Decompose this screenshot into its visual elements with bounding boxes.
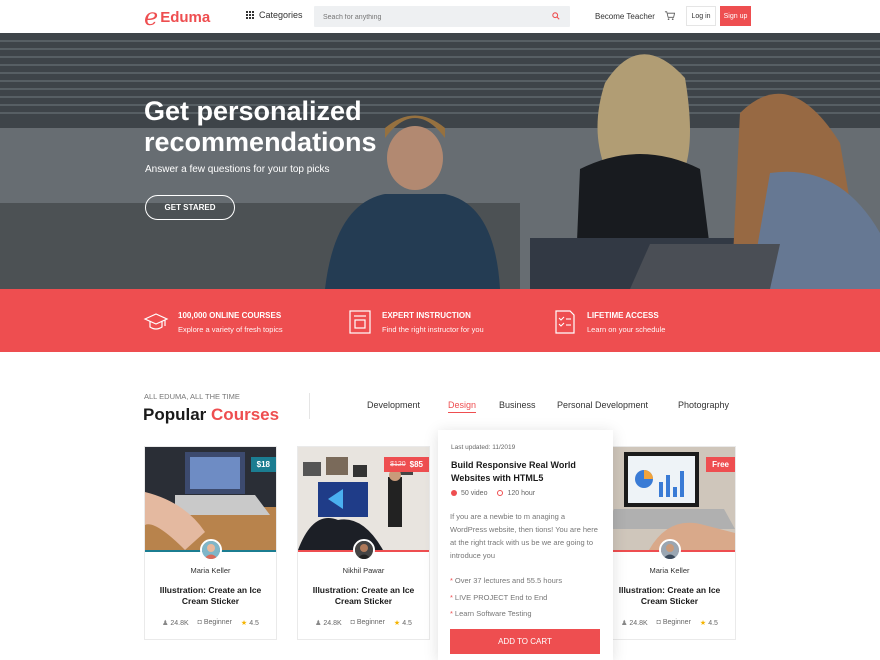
categories-label: Categories <box>259 10 303 20</box>
list-item: * Learn Software Testing <box>450 609 532 618</box>
tab-design[interactable]: Design <box>448 400 477 413</box>
video-count: 50 video <box>451 490 487 497</box>
tab-personal-development[interactable]: Personal Development <box>557 400 648 410</box>
cart-icon[interactable] <box>664 10 675 21</box>
course-meta: ♟ 24.8K ◘ Beginner ★ 4.5 <box>145 619 276 627</box>
logo-mark: e <box>144 3 159 31</box>
course-preview-popup: Last updated: 11/2019 Build Responsive R… <box>438 430 613 660</box>
hero-title: Get personalized recommendations <box>144 96 377 157</box>
section-eyebrow: ALL EDUMA, ALL THE TIME <box>144 392 240 401</box>
course-card[interactable]: $18 Maria Keller Illustration: Create an… <box>144 446 277 640</box>
star-icon: ★ <box>240 620 248 627</box>
course-meta: ♟ 24.8K ◘ Beginner ★ 4.5 <box>298 619 429 627</box>
hero-banner: Get personalized recommendations Answer … <box>0 33 880 289</box>
students-count: ♟ 24.8K <box>315 620 342 627</box>
feature-lifetime-access: LIFETIME ACCESS Learn on your schedule <box>552 309 665 335</box>
feature-expert-instruction: EXPERT INSTRUCTION Find the right instru… <box>347 309 484 335</box>
author-name[interactable]: Maria Keller <box>145 566 276 575</box>
course-title[interactable]: Illustration: Create an Ice Cream Sticke… <box>612 585 727 607</box>
play-icon <box>451 490 457 496</box>
rating: ★ 4.5 <box>393 620 412 627</box>
feature-desc: Explore a variety of fresh topics <box>178 325 283 334</box>
feature-desc: Learn on your schedule <box>587 325 666 334</box>
author-name[interactable]: Nikhil Pawar <box>298 566 429 575</box>
hero-subtitle: Answer a few questions for your top pick… <box>145 164 330 175</box>
avatar <box>200 539 222 561</box>
user-icon: ♟ <box>162 620 169 627</box>
section-divider <box>309 393 310 419</box>
list-item: * Over 37 lectures and 55.5 hours <box>450 576 563 585</box>
price-badge: Free <box>706 457 735 472</box>
top-header: e Eduma Categories Become Teacher Log in… <box>0 0 880 33</box>
popup-description: If you are a newbie to m anaging a WordP… <box>450 512 598 560</box>
rating: ★ 4.5 <box>240 620 259 627</box>
tag-icon: ◘ <box>350 619 355 626</box>
features-bar: 100,000 ONLINE COURSES Explore a variety… <box>0 289 880 352</box>
list-item: * LIVE PROJECT End to End <box>450 592 548 602</box>
level: ◘ Beginner <box>197 619 232 626</box>
tab-business[interactable]: Business <box>499 400 536 410</box>
course-card[interactable]: $120 $85 Nikhil Pawar Illustration: Crea… <box>297 446 430 640</box>
price: Free <box>712 460 729 469</box>
get-started-button[interactable]: GET STARED <box>145 195 235 220</box>
logo-text: Eduma <box>160 8 211 26</box>
star-icon: ★ <box>393 620 401 627</box>
popup-course-title[interactable]: Build Responsive Real World Websites wit… <box>451 459 606 485</box>
students-count: ♟ 24.8K <box>621 620 648 627</box>
tag-icon: ◘ <box>197 619 202 626</box>
logo[interactable]: e Eduma <box>144 3 211 31</box>
rating: ★ 4.5 <box>699 620 718 627</box>
hero-background-image <box>0 33 880 289</box>
course-title[interactable]: Illustration: Create an Ice Cream Sticke… <box>153 585 268 607</box>
login-button[interactable]: Log in <box>686 6 716 26</box>
price: $18 <box>256 460 270 469</box>
search-icon[interactable] <box>552 12 560 20</box>
popup-meta: 50 video 120 hour <box>451 490 535 497</box>
signup-button[interactable]: Sign up <box>720 6 751 26</box>
user-icon: ♟ <box>621 620 628 627</box>
price: $85 <box>409 460 423 469</box>
avatar <box>659 539 681 561</box>
level: ◘ Beginner <box>656 619 691 626</box>
tab-development[interactable]: Development <box>367 400 420 410</box>
price-badge: $18 <box>250 457 276 472</box>
search-input[interactable] <box>314 7 534 28</box>
feature-title: LIFETIME ACCESS <box>587 311 659 320</box>
checklist-icon <box>555 310 575 334</box>
hour-count: 120 hour <box>497 490 535 497</box>
course-card[interactable]: Free Maria Keller Illustration: Create a… <box>603 446 736 640</box>
level: ◘ Beginner <box>350 619 385 626</box>
search-bar <box>314 6 570 28</box>
course-title[interactable]: Illustration: Create an Ice Cream Sticke… <box>306 585 421 607</box>
categories-menu[interactable]: Categories <box>246 10 303 20</box>
feature-title: 100,000 ONLINE COURSES <box>178 311 282 320</box>
tag-icon: ◘ <box>656 619 661 626</box>
popup-feature-list: * Over 37 lectures and 55.5 hours * LIVE P… <box>450 573 562 623</box>
students-count: ♟ 24.8K <box>162 620 189 627</box>
grid-icon <box>246 11 254 19</box>
old-price: $120 <box>390 461 406 468</box>
add-to-cart-button[interactable]: ADD TO CART <box>450 629 600 654</box>
section-title-main: Popular <box>143 405 207 424</box>
feature-title: EXPERT INSTRUCTION <box>382 311 471 320</box>
certificate-icon <box>349 310 371 334</box>
section-title: Popular Courses <box>143 405 279 425</box>
feature-online-courses: 100,000 ONLINE COURSES Explore a variety… <box>143 309 283 335</box>
clock-icon <box>497 490 504 496</box>
become-teacher-link[interactable]: Become Teacher <box>595 12 655 21</box>
price-badge: $120 $85 <box>384 457 429 472</box>
graduation-cap-icon <box>143 313 169 330</box>
star-icon: ★ <box>699 620 707 627</box>
feature-desc: Find the right instructor for you <box>382 325 484 334</box>
course-meta: ♟ 24.8K ◘ Beginner ★ 4.5 <box>604 619 735 627</box>
author-name[interactable]: Maria Keller <box>604 566 735 575</box>
user-icon: ♟ <box>315 620 322 627</box>
section-title-accent: Courses <box>211 405 280 424</box>
avatar <box>353 539 375 561</box>
tab-photography[interactable]: Photography <box>678 400 729 410</box>
last-updated: Last updated: 11/2019 <box>451 444 516 451</box>
